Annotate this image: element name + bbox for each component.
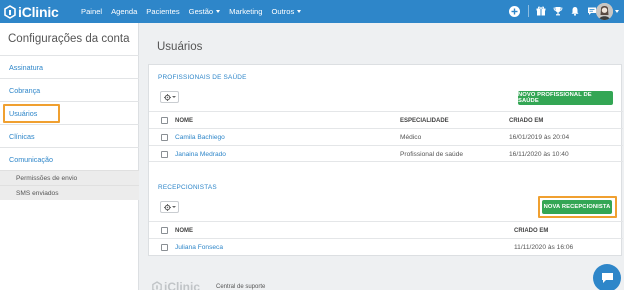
column-header-criado-em: CRIADO EM — [509, 117, 544, 124]
row-checkbox[interactable] — [161, 134, 168, 141]
sidebar-item-comunicacao[interactable]: Comunicação — [0, 147, 139, 170]
top-navigation-bar: iClinic Painel Agenda Pacientes Gestão M… — [0, 0, 624, 23]
new-professional-button[interactable]: NOVO PROFISSIONAL DE SAÚDE — [518, 91, 613, 105]
highlight-new-receptionist — [538, 196, 617, 218]
chevron-down-icon[interactable] — [615, 10, 619, 13]
user-photo-icon — [596, 3, 613, 20]
chevron-down-icon — [216, 10, 221, 13]
trophy-icon[interactable] — [552, 5, 564, 17]
professional-specialty: Profissional de saúde — [400, 151, 464, 158]
support-chat-button[interactable] — [593, 264, 621, 290]
iclinic-logo-mark-icon — [4, 4, 16, 19]
select-all-checkbox[interactable] — [161, 117, 168, 124]
professionals-header-row: NOME ESPECIALIDADE CRIADO EM — [149, 111, 623, 128]
nav-marketing[interactable]: Marketing — [229, 7, 262, 16]
logo-text: iClinic — [18, 3, 59, 20]
divider — [528, 5, 529, 17]
column-header-especialidade: ESPECIALIDADE — [400, 117, 449, 124]
professional-created-at: 16/01/2019 às 20:04 — [509, 134, 570, 141]
sidebar-subitem-label: SMS enviados — [16, 189, 59, 197]
receptionist-name-link[interactable]: Juliana Fonseca — [175, 239, 223, 256]
gear-icon — [163, 203, 171, 211]
receptionist-created-at: 11/11/2020 às 16:06 — [514, 244, 574, 251]
sidebar-item-label: Assinatura — [9, 62, 43, 72]
table-row: Janaina Medrado Profissional de saúde 16… — [149, 145, 623, 162]
row-checkbox[interactable] — [161, 151, 168, 158]
nav-outros-label: Outros — [271, 7, 295, 16]
gear-icon — [163, 93, 171, 101]
settings-sidebar: Configurações da conta Assinatura Cobran… — [0, 23, 139, 290]
professionals-settings-dropdown[interactable] — [160, 91, 179, 103]
iclinic-logo-mark-icon — [152, 281, 162, 290]
nav-gestao-label: Gestão — [188, 7, 214, 16]
column-header-nome: NOME — [175, 227, 193, 234]
chevron-down-icon — [171, 206, 176, 208]
page-title: Usuários — [157, 41, 203, 53]
nav-painel-label: Painel — [81, 7, 103, 16]
avatar[interactable] — [596, 3, 613, 20]
receptionists-settings-dropdown[interactable] — [160, 201, 179, 213]
plus-icon[interactable] — [508, 5, 520, 17]
nav-gestao[interactable]: Gestão — [188, 7, 221, 16]
nav-agenda-label: Agenda — [111, 7, 138, 16]
sidebar-item-cobranca[interactable]: Cobrança — [0, 78, 139, 101]
professionals-section-title: PROFISSIONAIS DE SAÚDE — [158, 74, 247, 81]
professional-name-link[interactable]: Janaina Medrado — [175, 146, 226, 163]
professional-created-at: 16/11/2020 às 10:40 — [509, 151, 569, 158]
chevron-down-icon — [297, 10, 302, 13]
users-panel: PROFISSIONAIS DE SAÚDE NOVO PROFISSIONAL… — [148, 64, 623, 256]
sidebar-subitem-permissoes[interactable]: Permissões de envio — [0, 170, 139, 185]
sidebar-subitem-sms[interactable]: SMS enviados — [0, 185, 139, 200]
column-header-criado-em: CRIADO EM — [514, 227, 549, 234]
professional-specialty: Médico — [400, 134, 422, 141]
support-center-link[interactable]: Central de suporte — [216, 284, 265, 290]
sidebar-item-assinatura[interactable]: Assinatura — [0, 55, 139, 78]
nav-marketing-label: Marketing — [229, 7, 263, 16]
footer-logo: iClinic — [152, 280, 200, 290]
highlight-usuarios — [3, 104, 60, 123]
nav-painel[interactable]: Painel — [81, 7, 102, 16]
nav-pacientes[interactable]: Pacientes — [146, 7, 179, 16]
sidebar-item-clinicas[interactable]: Clínicas — [0, 124, 139, 147]
sidebar-title: Configurações da conta — [8, 33, 130, 45]
nav-pacientes-label: Pacientes — [146, 7, 180, 16]
table-row: Juliana Fonseca 11/11/2020 às 16:06 — [149, 238, 623, 255]
row-checkbox[interactable] — [161, 244, 168, 251]
professional-name-link[interactable]: Camila Bachiego — [175, 129, 225, 146]
table-row: Camila Bachiego Médico 16/01/2019 às 20:… — [149, 128, 623, 145]
chevron-down-icon — [171, 96, 176, 98]
sidebar-item-label: Comunicação — [9, 154, 53, 164]
footer-logo-text: iClinic — [164, 280, 201, 290]
bell-icon[interactable] — [569, 5, 581, 17]
nav-agenda[interactable]: Agenda — [111, 7, 137, 16]
sidebar-subitem-label: Permissões de envio — [16, 174, 78, 182]
chat-icon — [601, 273, 613, 283]
column-header-nome: NOME — [175, 117, 193, 124]
nav-outros[interactable]: Outros — [271, 7, 302, 16]
main-nav: Painel Agenda Pacientes Gestão Marketing… — [81, 0, 310, 23]
iclinic-logo[interactable]: iClinic — [4, 3, 59, 20]
gift-icon[interactable] — [535, 5, 547, 17]
sidebar-item-label: Cobrança — [9, 85, 41, 95]
select-all-checkbox[interactable] — [161, 227, 168, 234]
sidebar-item-label: Clínicas — [9, 131, 35, 141]
receptionists-section-title: RECEPCIONISTAS — [158, 184, 217, 191]
receptionists-header-row: NOME CRIADO EM — [149, 221, 623, 238]
